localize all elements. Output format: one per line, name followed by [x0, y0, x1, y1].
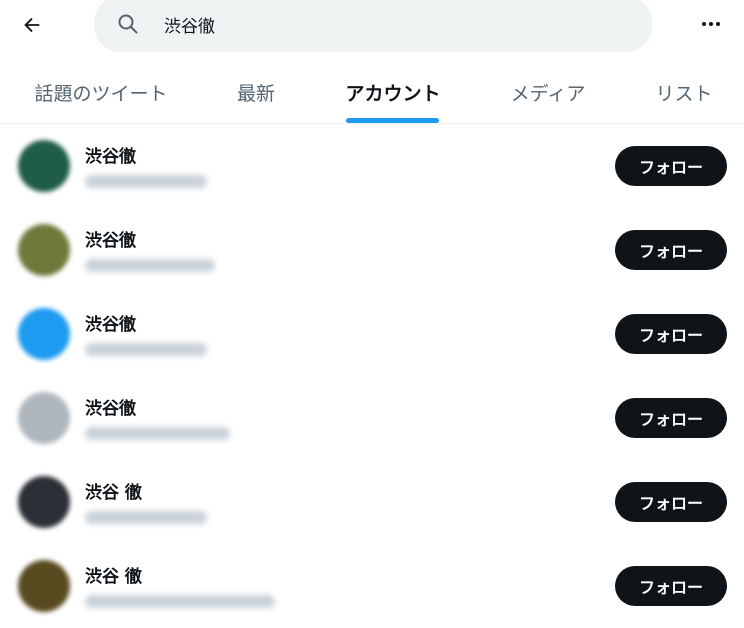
search-input[interactable] [164, 10, 624, 38]
tab-media[interactable]: メディア [496, 60, 600, 124]
avatar[interactable] [18, 476, 70, 528]
user-handle-blurred [85, 511, 207, 524]
follow-button[interactable]: フォロー [615, 314, 727, 354]
account-row[interactable]: 渋谷徹 フォロー [0, 376, 744, 460]
avatar[interactable] [18, 140, 70, 192]
more-horizontal-icon [701, 22, 722, 26]
user-handle-blurred [85, 175, 207, 188]
user-name[interactable]: 渋谷 徹 [85, 562, 142, 587]
arrow-left-icon [24, 17, 40, 33]
follow-button[interactable]: フォロー [615, 230, 727, 270]
user-handle-blurred [85, 595, 275, 608]
account-row[interactable]: 渋谷徹 フォロー [0, 124, 744, 208]
user-name[interactable]: 渋谷徹 [85, 226, 136, 251]
account-row[interactable]: 渋谷 徹 フォロー [0, 544, 744, 628]
tab-latest[interactable]: 最新 [222, 60, 290, 124]
follow-button[interactable]: フォロー [615, 146, 727, 186]
user-name[interactable]: 渋谷徹 [85, 142, 136, 167]
user-name[interactable]: 渋谷徹 [85, 394, 136, 419]
user-handle-blurred [85, 427, 230, 440]
back-button[interactable] [14, 7, 50, 43]
avatar[interactable] [18, 392, 70, 444]
avatar[interactable] [18, 308, 70, 360]
active-tab-indicator [346, 118, 439, 123]
search-header [0, 0, 744, 56]
user-handle-blurred [85, 259, 215, 272]
user-name[interactable]: 渋谷 徹 [85, 478, 142, 503]
tab-accounts[interactable]: アカウント [334, 60, 452, 124]
follow-button[interactable]: フォロー [615, 398, 727, 438]
account-row[interactable]: 渋谷 徹 フォロー [0, 460, 744, 544]
avatar[interactable] [18, 224, 70, 276]
user-handle-blurred [85, 343, 207, 356]
tab-top[interactable]: 話題のツイート [22, 60, 180, 124]
follow-button[interactable]: フォロー [615, 566, 727, 606]
follow-button[interactable]: フォロー [615, 482, 727, 522]
user-name[interactable]: 渋谷徹 [85, 310, 136, 335]
account-row[interactable]: 渋谷徹 フォロー [0, 208, 744, 292]
more-options-button[interactable] [694, 6, 728, 42]
search-tabs: 話題のツイート 最新 アカウント メディア リスト [0, 60, 744, 124]
tab-lists[interactable]: リスト [644, 60, 724, 124]
avatar[interactable] [18, 560, 70, 612]
search-icon [118, 14, 138, 34]
account-row[interactable]: 渋谷徹 フォロー [0, 292, 744, 376]
search-box[interactable] [94, 0, 652, 52]
